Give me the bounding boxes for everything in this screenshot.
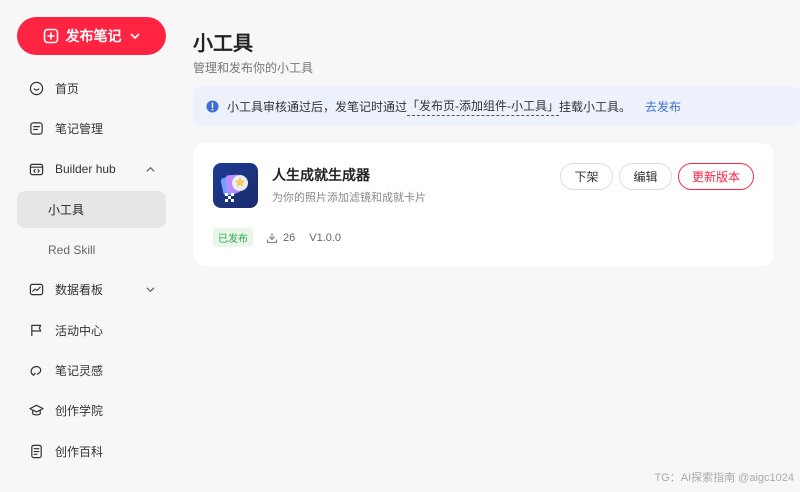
- go-publish-link[interactable]: 去发布: [645, 98, 681, 115]
- chevron-down-icon: [129, 30, 141, 42]
- sidebar-nav: 首页 笔记管理 Builder hub 小工具 Red Skill 数据看板 活…: [17, 70, 166, 473]
- watermark-text: TG：AI探索指南 @aigc1024: [654, 472, 794, 484]
- info-icon: [206, 99, 219, 113]
- sidebar-item-label: 数据看板: [55, 283, 104, 298]
- sidebar-item-mini-tools[interactable]: 小工具: [17, 190, 166, 228]
- download-count: 26: [266, 232, 295, 244]
- off-shelf-button[interactable]: 下架: [560, 163, 613, 190]
- book-icon: [28, 443, 44, 459]
- sidebar-item-label: Red Skill: [48, 242, 96, 257]
- page-title: 小工具: [193, 33, 253, 55]
- sidebar-item-label: 创作百科: [55, 444, 104, 459]
- sidebar-item-label: Builder hub: [55, 162, 116, 177]
- sidebar-item-red-skill[interactable]: Red Skill: [17, 231, 166, 268]
- sidebar-item-label: 创作学院: [55, 404, 104, 419]
- sidebar-item-creator-academy[interactable]: 创作学院: [17, 392, 166, 429]
- tool-name: 人生成就生成器: [272, 167, 370, 183]
- sidebar-item-label: 笔记管理: [55, 122, 104, 137]
- sidebar-item-activity-center[interactable]: 活动中心: [17, 312, 166, 349]
- sidebar-item-home[interactable]: 首页: [17, 70, 166, 107]
- note-icon: [28, 121, 44, 137]
- tool-version: V1.0.0: [309, 231, 342, 244]
- sidebar-item-data-board[interactable]: 数据看板: [17, 271, 166, 308]
- notice-text-after: 挂载小工具。: [559, 99, 632, 114]
- chevron-up-icon: [145, 164, 156, 178]
- chart-icon: [28, 282, 44, 298]
- sidebar-item-label: 活动中心: [55, 323, 104, 338]
- notice-text: 小工具审核通过后，发笔记时通过: [227, 99, 408, 114]
- publish-note-button[interactable]: 发布笔记: [17, 17, 166, 55]
- publish-note-label: 发布笔记: [65, 28, 122, 44]
- sidebar-item-note-manage[interactable]: 笔记管理: [17, 110, 166, 147]
- download-count-value: 26: [283, 231, 296, 244]
- code-icon: [28, 161, 44, 177]
- sidebar: 发布笔记 首页 笔记管理 Builder hub 小工具 Red Skill 数…: [0, 0, 180, 492]
- download-icon: [266, 232, 278, 243]
- sidebar-item-label: 首页: [55, 82, 80, 96]
- flag-icon: [28, 322, 44, 338]
- tool-card: 人生成就生成器 为你的照片添加滤镜和成就卡片 下架 编辑 更新版本 已发布 26…: [193, 143, 774, 266]
- tool-description: 为你的照片添加滤镜和成就卡片: [272, 192, 426, 204]
- sidebar-item-note-inspiration[interactable]: 笔记灵感: [17, 352, 166, 389]
- bulb-icon: [28, 363, 44, 379]
- status-badge: 已发布: [213, 228, 253, 247]
- graduation-cap-icon: [28, 403, 44, 419]
- notice-banner: 小工具审核通过后，发笔记时通过 「发布页-添加组件-小工具」 挂载小工具。 去发…: [193, 86, 800, 126]
- tool-meta: 已发布 26 V1.0.0: [213, 228, 341, 247]
- sidebar-item-builder-hub[interactable]: Builder hub: [17, 151, 166, 188]
- page-subtitle: 管理和发布你的小工具: [193, 61, 314, 75]
- sidebar-item-creator-wiki[interactable]: 创作百科: [17, 433, 166, 470]
- app-icon: [213, 163, 258, 208]
- notice-path: 「发布页-添加组件-小工具」: [407, 97, 560, 116]
- chevron-down-icon: [145, 284, 156, 298]
- sidebar-item-label: 笔记灵感: [55, 364, 104, 379]
- update-version-button[interactable]: 更新版本: [678, 163, 754, 190]
- home-icon: [28, 81, 44, 97]
- sidebar-item-label: 小工具: [48, 202, 85, 217]
- edit-button[interactable]: 编辑: [619, 163, 672, 190]
- add-box-icon: [43, 28, 59, 44]
